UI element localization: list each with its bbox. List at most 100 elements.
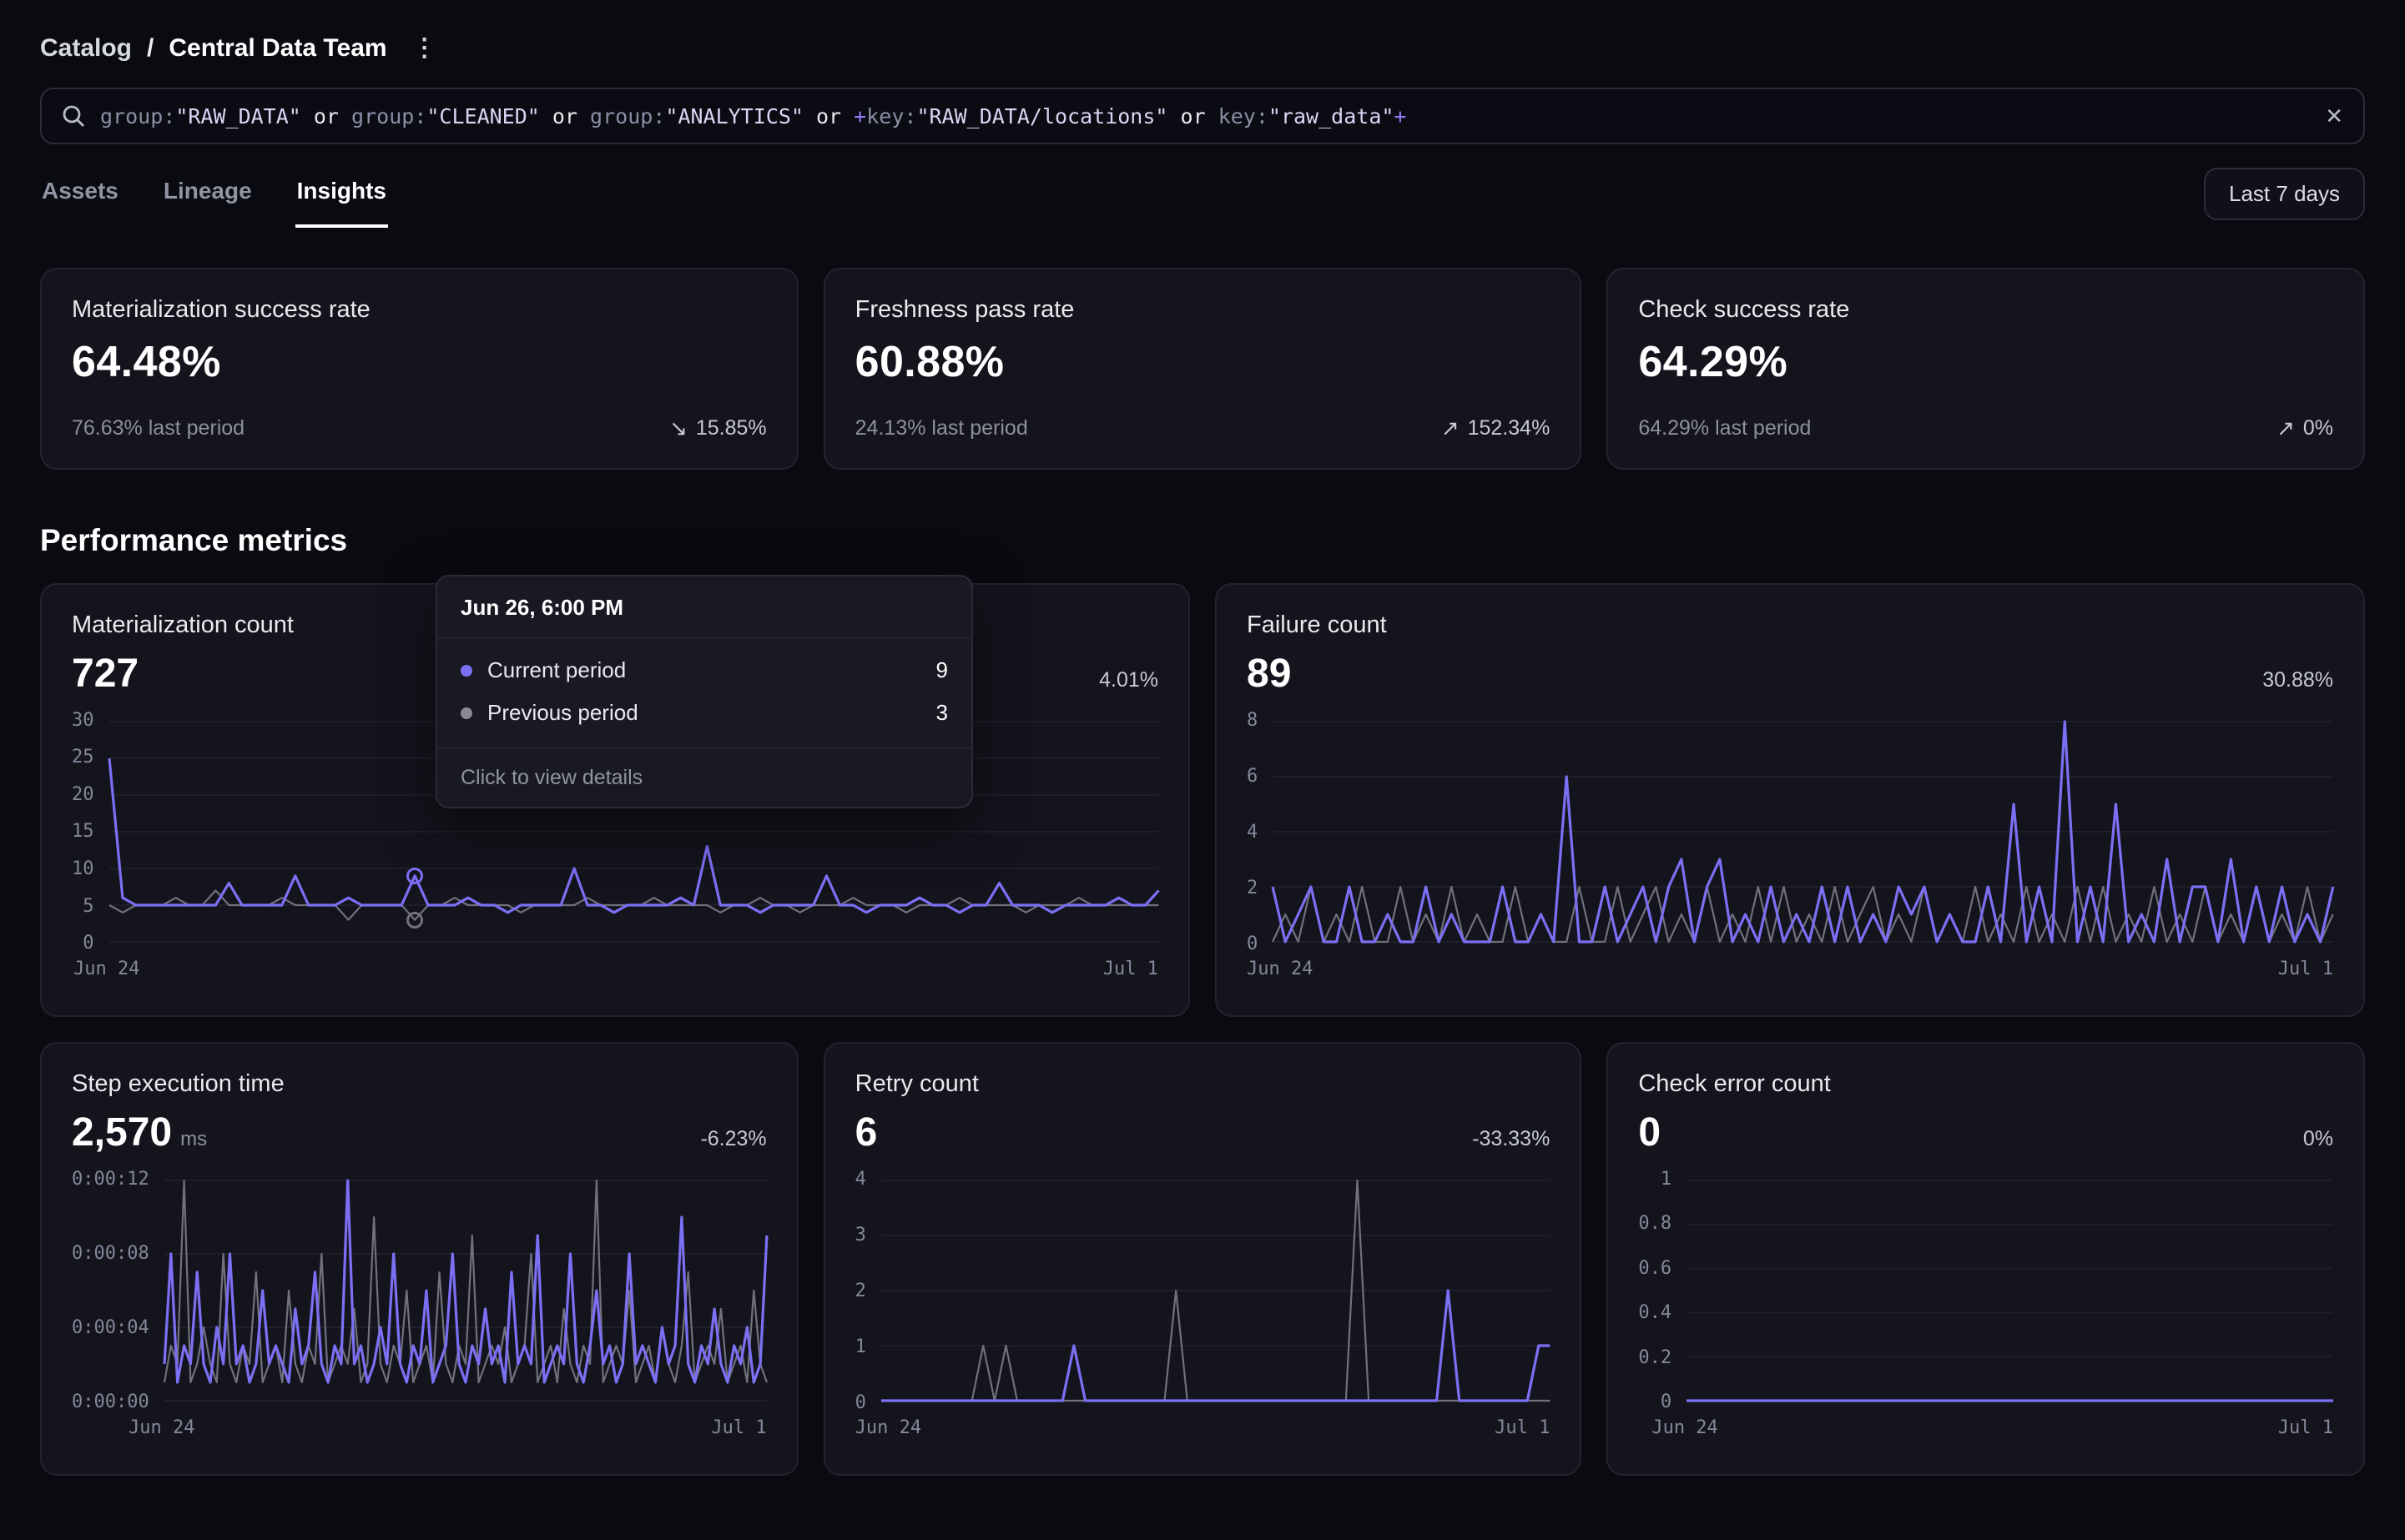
- chart-plot[interactable]: [1273, 720, 2333, 944]
- query-token-plus: +: [854, 104, 866, 128]
- kpi-title: Freshness pass rate: [855, 296, 1550, 324]
- x-axis: Jun 24 Jul 1: [1638, 1417, 2333, 1438]
- kpi-row: Materialization success rate 64.48% 76.6…: [40, 268, 2365, 470]
- query-token-val: "CLEANED": [426, 104, 539, 128]
- search-input[interactable]: group:"RAW_DATA" or group:"CLEANED" or g…: [40, 88, 2365, 144]
- x-axis: Jun 24 Jul 1: [72, 1417, 767, 1438]
- section-title: Performance metrics: [40, 523, 2365, 558]
- breadcrumb-separator: /: [147, 34, 154, 63]
- clear-search-icon[interactable]: ✕: [2325, 105, 2343, 127]
- tab-assets[interactable]: Assets: [40, 168, 120, 228]
- charts-row-2: Step execution time 2,570 ms -6.23% 0:00…: [40, 1042, 2365, 1476]
- tooltip-row-current: Current period 9: [461, 649, 948, 692]
- chart-card-materialization-count: Materialization count 727 4.01% 30252015…: [40, 583, 1190, 1017]
- tooltip-label: Previous period: [487, 700, 638, 726]
- query-token-plus: +: [1394, 104, 1406, 128]
- kpi-value: 64.29%: [1638, 337, 2333, 387]
- x-axis: Jun 24 Jul 1: [1247, 959, 2333, 979]
- trend-down-icon: ↘: [669, 415, 688, 441]
- trend-up-icon: ↗: [2276, 415, 2295, 441]
- chart-title: Step execution time: [72, 1070, 767, 1098]
- chart-trend: 30.88%: [2262, 668, 2333, 692]
- kpi-card-freshness-pass-rate: Freshness pass rate 60.88% 24.13% last p…: [824, 268, 1582, 470]
- x-axis-end: Jul 1: [711, 1417, 766, 1438]
- chart-plot[interactable]: [881, 1179, 1550, 1402]
- x-axis-end: Jul 1: [2278, 1417, 2333, 1438]
- kpi-trend: ↗ 0%: [2276, 415, 2333, 441]
- x-axis-start: Jun 24: [73, 959, 139, 979]
- query-token-op: or: [1167, 104, 1218, 128]
- x-axis-end: Jul 1: [1103, 959, 1158, 979]
- query-token-op: or: [540, 104, 590, 128]
- x-axis-start: Jun 24: [1651, 1417, 1717, 1438]
- chart-trend: 4.01%: [1099, 668, 1158, 692]
- kpi-title: Materialization success rate: [72, 296, 767, 324]
- query-token-val: "raw_data": [1268, 104, 1394, 128]
- kpi-last-period: 76.63% last period: [72, 416, 245, 440]
- page: Catalog / Central Data Team ⋮ group:"RAW…: [0, 0, 2405, 1516]
- y-axis: 86420: [1247, 720, 1258, 944]
- query-token-key: group:: [590, 104, 665, 128]
- x-axis: Jun 24 Jul 1: [855, 1417, 1550, 1438]
- chart-value: 727: [72, 651, 139, 697]
- x-axis-start: Jun 24: [855, 1417, 921, 1438]
- y-axis: 302520151050: [72, 720, 94, 944]
- kpi-card-check-success-rate: Check success rate 64.29% 64.29% last pe…: [1606, 268, 2365, 470]
- x-axis-end: Jul 1: [2278, 959, 2333, 979]
- query-token-val: "RAW_DATA/locations": [916, 104, 1167, 128]
- chart-card-check-error-count: Check error count 0 0% 10.80.60.40.20 Ju…: [1606, 1042, 2365, 1476]
- search-icon: [62, 104, 85, 128]
- breadcrumb-current: Central Data Team: [169, 34, 386, 63]
- x-axis-end: Jul 1: [1495, 1417, 1550, 1438]
- kebab-menu-icon[interactable]: ⋮: [402, 33, 447, 63]
- kpi-card-materialization-success-rate: Materialization success rate 64.48% 76.6…: [40, 268, 799, 470]
- chart-trend: 0%: [2303, 1127, 2333, 1151]
- breadcrumb-catalog-link[interactable]: Catalog: [40, 34, 132, 63]
- query-token-key: key:: [1218, 104, 1268, 128]
- chart-unit: ms: [180, 1128, 207, 1151]
- query-token-val: "ANALYTICS": [665, 104, 804, 128]
- tooltip-title: Jun 26, 6:00 PM: [437, 576, 971, 639]
- kpi-value: 64.48%: [72, 337, 767, 387]
- query-token-val: "RAW_DATA": [175, 104, 301, 128]
- chart-value: 0: [1638, 1110, 1661, 1155]
- y-axis: 0:00:120:00:080:00:040:00:00: [72, 1179, 149, 1402]
- previous-period-dot-icon: [461, 707, 472, 719]
- chart-tooltip: Jun 26, 6:00 PM Current period 9 Previou…: [436, 575, 973, 808]
- chart-plot[interactable]: [1687, 1179, 2333, 1402]
- tab-lineage[interactable]: Lineage: [162, 168, 254, 228]
- y-axis: 43210: [855, 1179, 866, 1402]
- chart-title: Retry count: [855, 1070, 1550, 1098]
- tooltip-hint: Click to view details: [437, 747, 971, 807]
- time-range-button[interactable]: Last 7 days: [2204, 168, 2365, 220]
- chart-card-failure-count: Failure count 89 30.88% 86420 Jun 24 Jul…: [1215, 583, 2365, 1017]
- tabs: Assets Lineage Insights: [40, 168, 388, 228]
- chart-card-step-execution-time: Step execution time 2,570 ms -6.23% 0:00…: [40, 1042, 799, 1476]
- chart-card-retry-count: Retry count 6 -33.33% 43210 Jun 24 Jul 1: [824, 1042, 1582, 1476]
- chart-trend: -33.33%: [1472, 1127, 1550, 1151]
- query-token-key: group:: [100, 104, 175, 128]
- tooltip-row-previous: Previous period 3: [461, 692, 948, 734]
- tab-insights[interactable]: Insights: [295, 168, 388, 228]
- query-token-op: or: [804, 104, 854, 128]
- kpi-trend-value: 15.85%: [696, 416, 767, 440]
- chart-value: 6: [855, 1110, 878, 1155]
- kpi-last-period: 24.13% last period: [855, 416, 1028, 440]
- chart-value: 89: [1247, 651, 1291, 697]
- charts-row-1: Materialization count 727 4.01% 30252015…: [40, 583, 2365, 1017]
- x-axis-start: Jun 24: [129, 1417, 194, 1438]
- search-query: group:"RAW_DATA" or group:"CLEANED" or g…: [100, 104, 2310, 128]
- series-line-previous: [164, 1180, 767, 1382]
- kpi-title: Check success rate: [1638, 296, 2333, 324]
- kpi-trend-value: 0%: [2303, 416, 2333, 440]
- chart-title: Check error count: [1638, 1070, 2333, 1098]
- x-axis: Jun 24 Jul 1: [72, 959, 1158, 979]
- chart-value: 2,570: [72, 1110, 172, 1155]
- kpi-last-period: 64.29% last period: [1638, 416, 1811, 440]
- kpi-value: 60.88%: [855, 337, 1550, 387]
- y-axis: 10.80.60.40.20: [1638, 1179, 1671, 1402]
- current-period-dot-icon: [461, 665, 472, 677]
- tooltip-label: Current period: [487, 657, 626, 683]
- chart-plot[interactable]: [164, 1179, 767, 1402]
- tabs-row: Assets Lineage Insights Last 7 days: [40, 168, 2365, 228]
